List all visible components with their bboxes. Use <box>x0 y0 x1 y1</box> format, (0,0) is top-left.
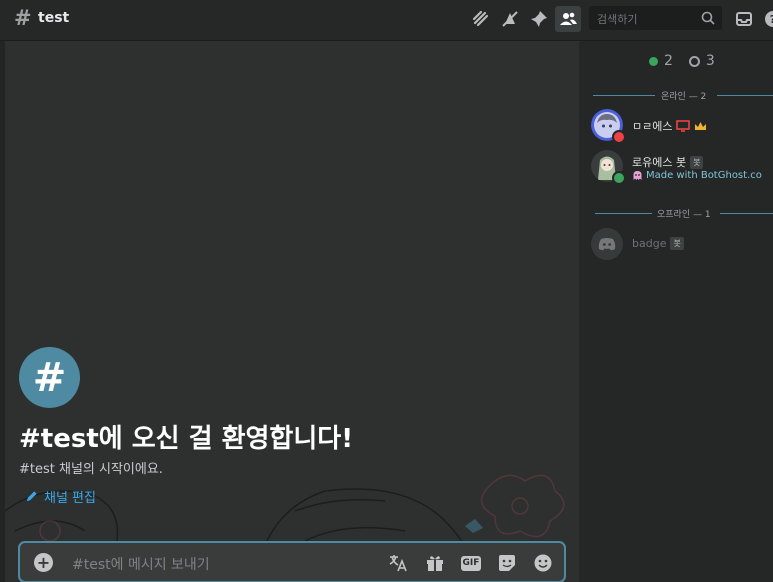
member-item[interactable]: ㅁㄹ에스 <box>591 109 773 145</box>
channel-hash-icon: # <box>14 6 32 30</box>
offline-section-header: 오프라인 — 1 <box>593 207 773 221</box>
inbox-icon[interactable] <box>731 6 757 32</box>
member-list-icon[interactable] <box>555 6 581 32</box>
offline-section-label: 오프라인 — 1 <box>657 210 711 220</box>
message-input[interactable]: #test에 메시지 보내기 <box>72 554 210 574</box>
online-section-label: 온라인 — 2 <box>661 92 707 102</box>
member-item[interactable]: badge 봇 <box>591 228 773 264</box>
gift-icon[interactable] <box>423 551 447 575</box>
member-name: ㅁㄹ에스 <box>632 118 707 134</box>
online-dot-icon <box>649 56 658 66</box>
sticker-icon[interactable] <box>495 551 519 575</box>
member-list: 2 3 온라인 — 2 ㅁㄹ에스 로유에스 봇 봇 Made with BotG… <box>579 41 773 582</box>
welcome-title: #test에 오신 걸 환영합니다! <box>19 424 354 454</box>
member-custom-status: Made with BotGhost.co <box>632 170 762 181</box>
message-composer[interactable]: + #test에 메시지 보내기 GIF <box>18 541 566 582</box>
avatar <box>591 228 623 260</box>
gif-label: GIF <box>460 555 482 571</box>
edit-channel-label: 채널 편집 <box>44 491 96 506</box>
online-section-header: 온라인 — 2 <box>593 89 773 103</box>
bot-tag: 봇 <box>690 155 704 169</box>
status-online-icon <box>612 171 626 185</box>
channel-welcome-icon: # <box>19 347 80 408</box>
pencil-icon <box>26 491 37 502</box>
offline-count-value: 3 <box>705 53 715 69</box>
notification-muted-icon[interactable] <box>497 6 523 32</box>
member-name: badge 봇 <box>632 237 684 250</box>
search-icon <box>701 11 715 25</box>
status-dnd-icon <box>612 130 626 144</box>
welcome-subtitle: #test 채널의 시작이에요. <box>19 462 163 477</box>
online-count-value: 2 <box>664 53 673 69</box>
translate-icon[interactable] <box>386 551 410 575</box>
gif-button[interactable]: GIF <box>459 551 483 575</box>
attach-plus-icon[interactable]: + <box>34 553 53 572</box>
online-count: 2 <box>649 53 673 69</box>
help-icon[interactable]: ? <box>760 6 773 32</box>
ghost-icon <box>633 171 642 180</box>
offline-count: 3 <box>688 53 715 69</box>
search-placeholder: 검색하기 <box>597 13 638 26</box>
crown-icon <box>695 122 707 130</box>
bot-tag: 봇 <box>670 237 684 250</box>
member-item[interactable]: 로유에스 봇 봇 Made with BotGhost.co <box>591 150 773 186</box>
discord-logo-icon <box>598 238 616 251</box>
search-input[interactable]: 검색하기 <box>589 6 722 30</box>
member-name: 로유에스 봇 봇 <box>632 154 704 170</box>
member-counts: 2 3 <box>649 53 715 69</box>
offline-dot-icon <box>688 55 700 67</box>
message-area: # #test에 오신 걸 환영합니다! #test 채널의 시작이에요. 채널… <box>5 41 579 582</box>
edit-channel-button[interactable]: 채널 편집 <box>25 487 96 506</box>
emoji-icon[interactable] <box>531 551 555 575</box>
pin-icon[interactable] <box>526 6 552 32</box>
threads-icon[interactable] <box>468 6 494 32</box>
monitor-icon <box>676 120 691 132</box>
channel-title: test <box>38 10 70 26</box>
channel-header: # test 검색하기 ? <box>0 0 773 41</box>
